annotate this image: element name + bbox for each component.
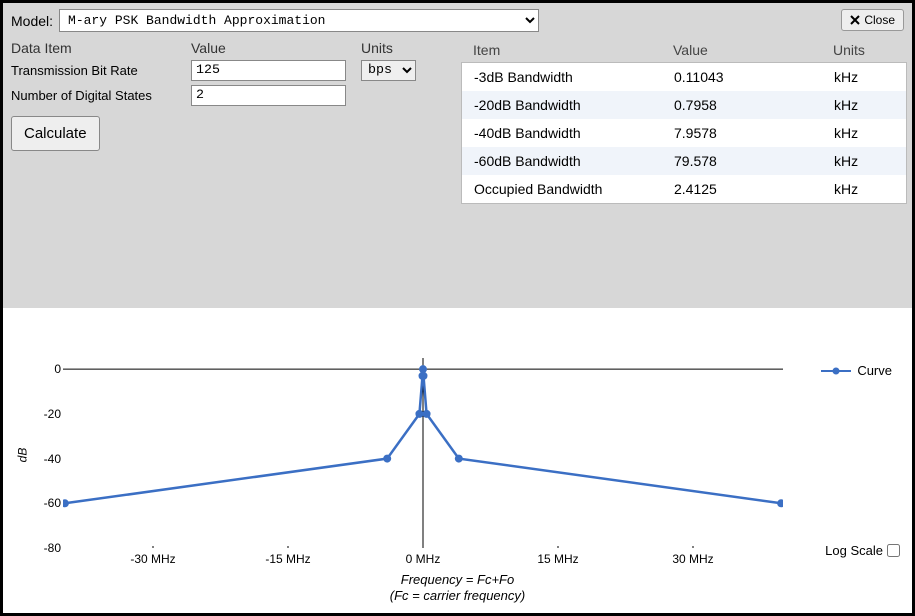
states-input[interactable] <box>191 85 346 106</box>
x-tick: 30 MHz <box>672 552 713 566</box>
logscale-checkbox[interactable] <box>887 544 900 557</box>
close-icon <box>850 15 860 25</box>
y-tick: -20 <box>33 407 61 421</box>
x-tick: -15 MHz <box>265 552 310 566</box>
col-data-item: Data Item <box>11 40 191 56</box>
table-row: Occupied Bandwidth2.4125kHz <box>462 175 906 203</box>
col-value: Value <box>191 40 361 56</box>
x-tick: 0 MHz <box>406 552 441 566</box>
table-row: -60dB Bandwidth79.578kHz <box>462 147 906 175</box>
table-row: -20dB Bandwidth0.7958kHz <box>462 91 906 119</box>
input-label-bitrate: Transmission Bit Rate <box>11 63 191 78</box>
input-label-states: Number of Digital States <box>11 88 191 103</box>
chart: dB 0 -20 -40 -60 -80 -30 MHz -15 MHz 0 MHz 15 M… <box>3 308 912 613</box>
x-tick: 15 MHz <box>537 552 578 566</box>
legend-marker-icon <box>821 365 851 377</box>
y-tick: 0 <box>33 362 61 376</box>
bitrate-input[interactable] <box>191 60 346 81</box>
table-row: -40dB Bandwidth7.9578kHz <box>462 119 906 147</box>
table-row: -3dB Bandwidth0.11043kHz <box>462 63 906 91</box>
close-button[interactable]: Close <box>841 9 904 31</box>
model-select[interactable]: M-ary PSK Bandwidth Approximation <box>59 9 539 32</box>
logscale-label: Log Scale <box>825 543 883 558</box>
chart-plot <box>63 358 783 548</box>
y-tick: -60 <box>33 496 61 510</box>
res-col-value: Value <box>673 42 833 58</box>
legend: Curve <box>821 363 892 378</box>
calculate-button[interactable]: Calculate <box>11 116 100 151</box>
y-axis-label: dB <box>15 448 29 463</box>
model-label: Model: <box>11 13 53 29</box>
x-axis-label: Frequency = Fc+Fo <box>3 572 912 587</box>
bitrate-units-select[interactable]: bps <box>361 60 416 81</box>
res-col-units: Units <box>833 42 893 58</box>
col-units: Units <box>361 40 451 56</box>
res-col-item: Item <box>473 42 673 58</box>
x-axis-sublabel: (Fc = carrier frequency) <box>3 588 912 603</box>
y-tick: -40 <box>33 452 61 466</box>
y-tick: -80 <box>33 541 61 555</box>
x-tick: -30 MHz <box>130 552 175 566</box>
